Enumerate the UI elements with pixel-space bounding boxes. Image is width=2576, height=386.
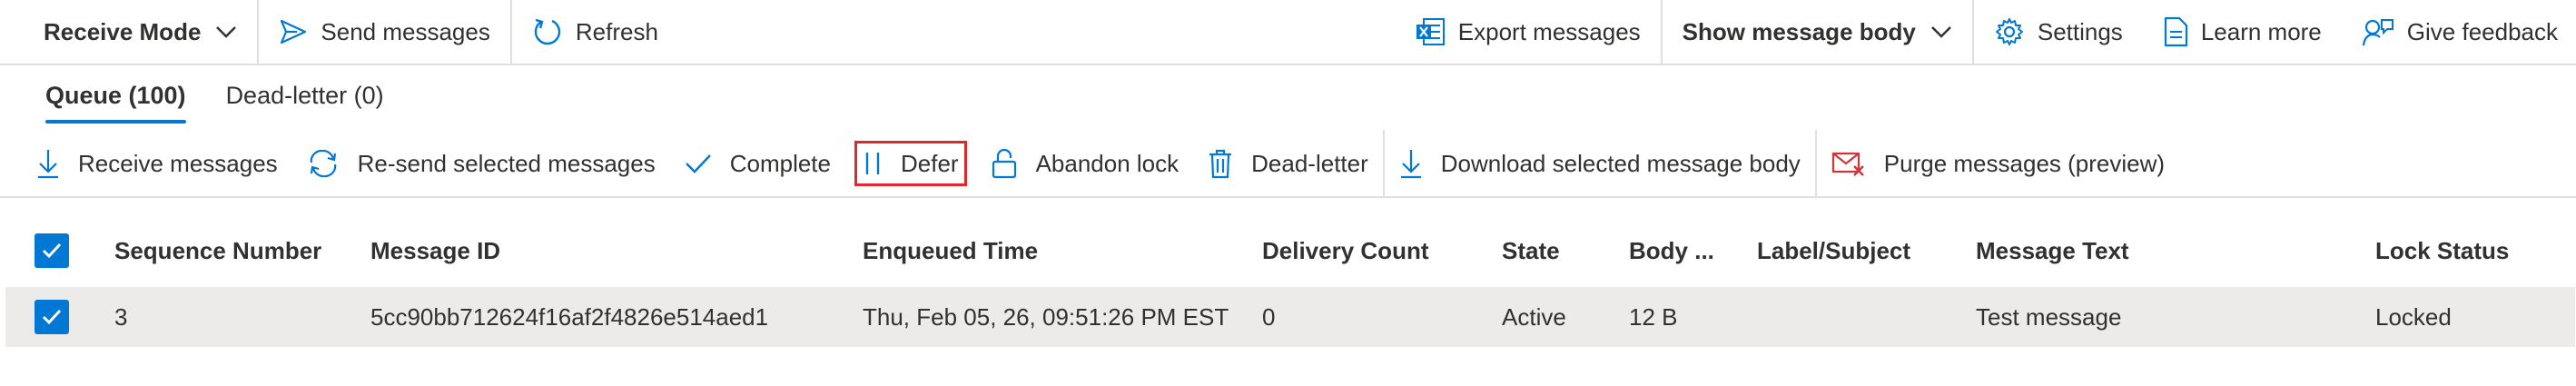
send-icon xyxy=(279,18,308,45)
cell-lock-status: Locked xyxy=(2375,302,2452,331)
trash-icon xyxy=(1208,148,1233,179)
checkmark-icon xyxy=(42,309,62,325)
mail-delete-icon xyxy=(1831,150,1866,177)
row-select-checkbox[interactable] xyxy=(35,300,69,334)
tab-dead-letter[interactable]: Dead-letter (0) xyxy=(213,78,397,124)
download-body-button[interactable]: Download selected message body xyxy=(1385,141,1815,186)
defer-label: Defer xyxy=(901,149,959,177)
cell-enqueued-time: Thu, Feb 05, 26, 09:51:26 PM EST xyxy=(863,302,1229,331)
column-header-label-subject[interactable]: Label/Subject xyxy=(1757,237,1910,265)
unlock-icon xyxy=(991,148,1018,179)
show-message-body-dropdown[interactable]: Show message body xyxy=(1663,0,1972,64)
tab-queue[interactable]: Queue (100) xyxy=(33,78,199,124)
refresh-button[interactable]: Refresh xyxy=(512,0,678,64)
chevron-down-icon xyxy=(1930,25,1952,38)
purge-messages-button[interactable]: Purge messages (preview) xyxy=(1817,141,2179,186)
defer-button[interactable]: Defer xyxy=(854,141,967,186)
gear-icon xyxy=(1994,16,2025,47)
receive-mode-label: Receive Mode xyxy=(44,17,202,45)
column-header-state[interactable]: State xyxy=(1502,237,1560,265)
cell-state: Active xyxy=(1502,302,1566,331)
give-feedback-label: Give feedback xyxy=(2406,17,2558,45)
chevron-down-icon xyxy=(215,25,237,38)
purge-messages-label: Purge messages (preview) xyxy=(1883,149,2166,177)
messages-table: Sequence Number Message ID Enqueued Time… xyxy=(5,218,2575,347)
receive-mode-dropdown[interactable]: Receive Mode xyxy=(0,0,257,64)
send-messages-button[interactable]: Send messages xyxy=(259,0,509,64)
send-messages-label: Send messages xyxy=(321,17,490,45)
refresh-label: Refresh xyxy=(575,17,658,45)
settings-button[interactable]: Settings xyxy=(1974,0,2143,64)
feedback-person-icon xyxy=(2362,16,2394,47)
resend-icon xyxy=(307,150,340,177)
complete-label: Complete xyxy=(729,149,831,177)
resend-selected-label: Re-send selected messages xyxy=(357,149,656,177)
dead-letter-label: Dead-letter xyxy=(1251,149,1368,177)
cell-body-size: 12 B xyxy=(1629,302,1678,331)
table-header-row: Sequence Number Message ID Enqueued Time… xyxy=(5,218,2575,283)
export-messages-label: Export messages xyxy=(1457,17,1641,45)
checkmark-icon xyxy=(685,153,712,174)
export-messages-button[interactable]: Export messages xyxy=(1395,0,1661,64)
table-row[interactable]: 3 5cc90bb712624f16af2f4826e514aed1 Thu, … xyxy=(5,287,2575,347)
abandon-lock-label: Abandon lock xyxy=(1035,149,1179,177)
learn-more-label: Learn more xyxy=(2200,17,2322,45)
column-header-message-id[interactable]: Message ID xyxy=(370,237,500,265)
receive-messages-button[interactable]: Receive messages xyxy=(22,141,292,186)
column-header-enqueued-time[interactable]: Enqueued Time xyxy=(863,237,1038,265)
give-feedback-button[interactable]: Give feedback xyxy=(2342,0,2576,64)
column-header-body-size[interactable]: Body ... xyxy=(1629,237,1714,265)
top-command-bar: Receive Mode Send messages Refresh Expor… xyxy=(0,0,2576,65)
column-header-sequence-number[interactable]: Sequence Number xyxy=(114,237,321,265)
cell-message-id: 5cc90bb712624f16af2f4826e514aed1 xyxy=(370,302,769,331)
cell-delivery-count: 0 xyxy=(1262,302,1276,331)
download-arrow-icon xyxy=(36,148,60,179)
resend-selected-button[interactable]: Re-send selected messages xyxy=(292,141,670,186)
refresh-icon xyxy=(532,16,563,47)
settings-label: Settings xyxy=(2037,17,2123,45)
checkmark-icon xyxy=(42,242,62,259)
receive-messages-label: Receive messages xyxy=(78,149,278,177)
complete-button[interactable]: Complete xyxy=(670,141,845,186)
cell-sequence-number: 3 xyxy=(114,302,128,331)
download-arrow-icon xyxy=(1399,148,1423,179)
dead-letter-button[interactable]: Dead-letter xyxy=(1193,141,1383,186)
document-icon xyxy=(2163,16,2188,47)
column-header-lock-status[interactable]: Lock Status xyxy=(2375,237,2509,265)
message-actions-bar: Receive messages Re-send selected messag… xyxy=(0,130,2576,198)
learn-more-button[interactable]: Learn more xyxy=(2143,0,2342,64)
pause-icon xyxy=(863,150,883,177)
cell-message-text: Test message xyxy=(1976,302,2122,331)
column-header-delivery-count[interactable]: Delivery Count xyxy=(1262,237,1429,265)
abandon-lock-button[interactable]: Abandon lock xyxy=(976,141,1194,186)
column-header-message-text[interactable]: Message Text xyxy=(1976,237,2129,265)
download-body-label: Download selected message body xyxy=(1440,149,1801,177)
queue-tabs: Queue (100) Dead-letter (0) xyxy=(33,78,411,124)
select-all-checkbox[interactable] xyxy=(35,233,69,268)
excel-icon xyxy=(1415,17,1446,46)
show-message-body-label: Show message body xyxy=(1682,17,1916,45)
